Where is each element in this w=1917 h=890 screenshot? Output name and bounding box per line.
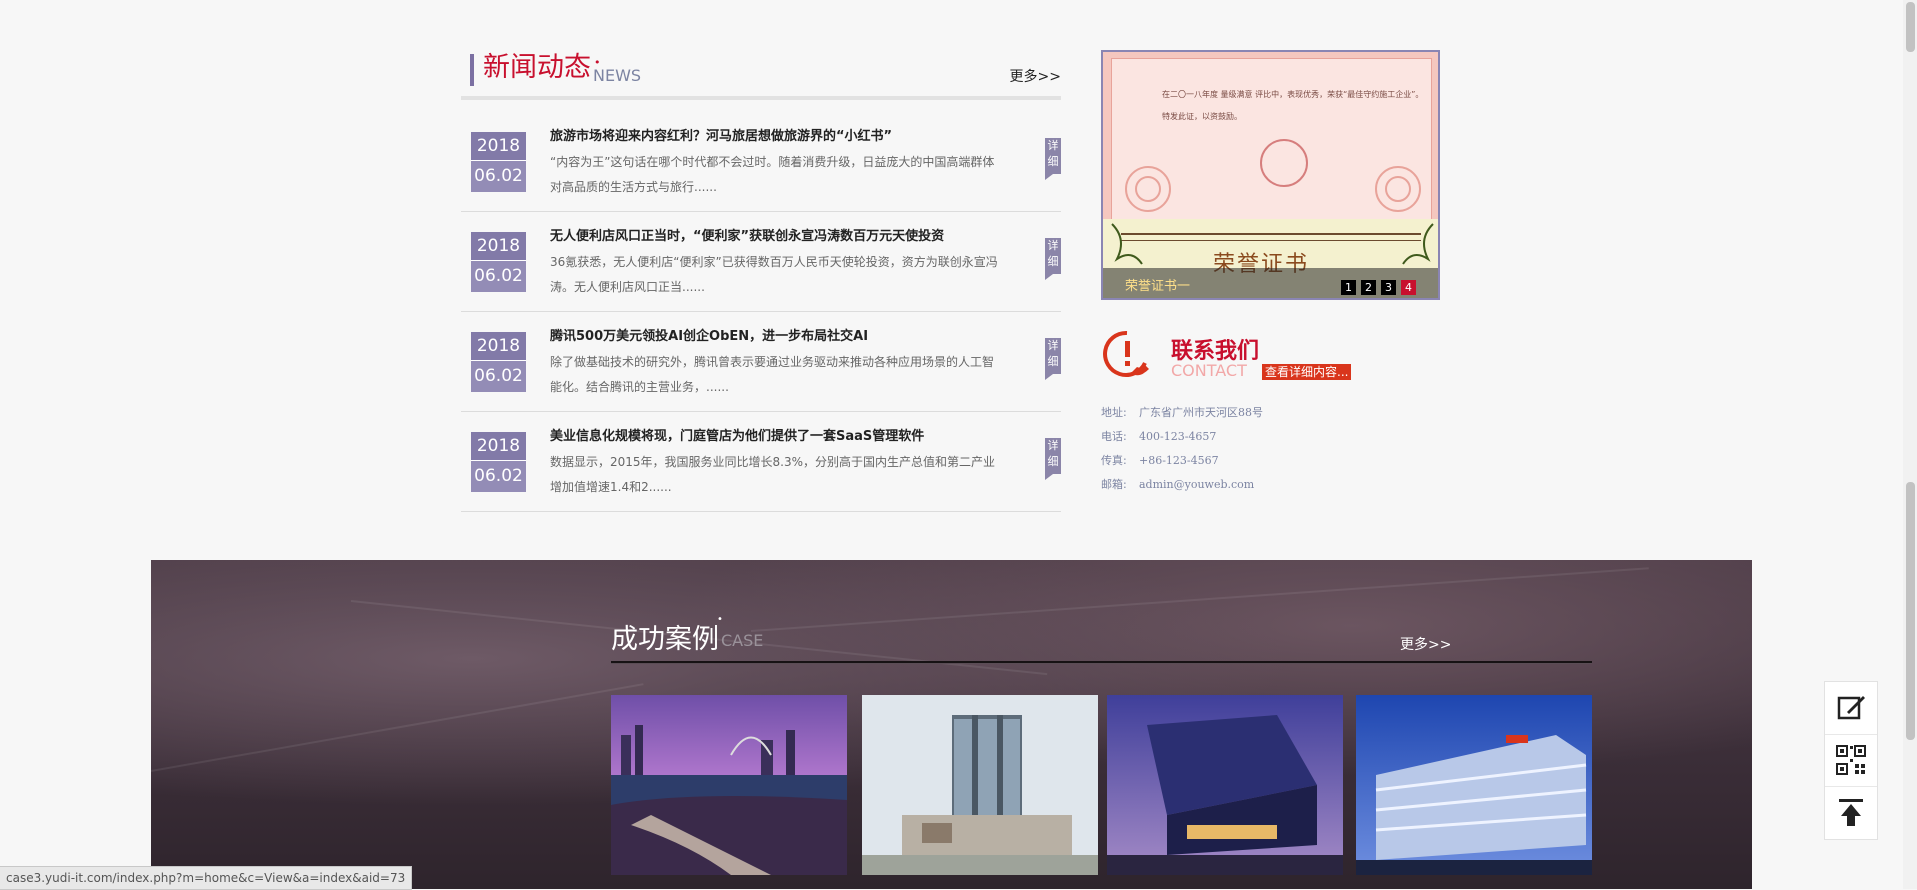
scrollbar-thumb-top[interactable] <box>1906 2 1915 52</box>
news-item-desc: 36氪获悉，无人便利店“便利家”已获得数百万人民币天使轮投资，资方为联创永宣冯涛… <box>550 255 998 294</box>
news-year: 2018 <box>471 132 526 161</box>
floating-toolbar <box>1824 681 1878 840</box>
news-item[interactable]: 2018 06.02 无人便利店风口正当时，“便利家”获联创永宣冯涛数百万元天使… <box>461 212 1061 312</box>
back-to-top-button[interactable] <box>1825 786 1877 838</box>
news-item-title[interactable]: 腾讯500万美元领投AI创企ObEN，进一步布局社交AI <box>550 325 868 344</box>
news-item[interactable]: 2018 06.02 旅游市场将迎来内容红利？河马旅居想做旅游界的“小红书” “… <box>461 112 1061 212</box>
news-item-desc: “内容为王”这句话在哪个时代都不会过时。随着消费升级，日益庞大的中国高端群体对高… <box>550 155 995 194</box>
phone-alert-icon <box>1103 330 1149 377</box>
contact-address: 地址: 广东省广州市天河区88号 <box>1101 404 1263 420</box>
page-scrollbar[interactable] <box>1903 0 1917 889</box>
news-detail-label: 详细 <box>1047 239 1059 268</box>
news-item-title[interactable]: 无人便利店风口正当时，“便利家”获联创永宣冯涛数百万元天使投资 <box>550 225 944 244</box>
news-title: 新闻动态 • <box>483 50 601 86</box>
news-item-title[interactable]: 美业信息化规模将现，门庭管店为他们提供了一套SaaS管理软件 <box>550 425 924 444</box>
certificate-rule <box>1121 233 1421 241</box>
slider-dot-active[interactable]: 4 <box>1401 280 1416 295</box>
slider-dot[interactable]: 3 <box>1381 280 1396 295</box>
cases-subtitle: CASE <box>721 631 764 650</box>
news-date-box: 2018 06.02 <box>471 232 526 292</box>
contact-value: 400-123-4657 <box>1139 430 1217 443</box>
news-item[interactable]: 2018 06.02 腾讯500万美元领投AI创企ObEN，进一步布局社交AI … <box>461 312 1061 412</box>
news-item[interactable]: 2018 06.02 美业信息化规模将现，门庭管店为他们提供了一套SaaS管理软… <box>461 412 1061 512</box>
news-subtitle: NEWS <box>593 66 642 85</box>
qrcode-icon <box>1836 745 1866 775</box>
contact-label: 电话: <box>1101 430 1127 443</box>
cases-more-link[interactable]: 更多>> <box>1400 634 1451 654</box>
news-detail-label: 详细 <box>1047 439 1059 468</box>
slider-dot[interactable]: 1 <box>1341 280 1356 295</box>
certificate-flourish-left <box>1125 166 1171 212</box>
contact-label: 地址: <box>1101 406 1127 419</box>
news-detail-button[interactable]: 详细 <box>1045 238 1061 280</box>
certificate-pagination: 1234 <box>1341 276 1421 295</box>
news-item-title[interactable]: 旅游市场将迎来内容红利？河马旅居想做旅游界的“小红书” <box>550 125 892 144</box>
contact-detail-link[interactable]: 查看详细内容... <box>1262 364 1352 380</box>
news-detail-label: 详细 <box>1047 139 1059 168</box>
news-day: 06.02 <box>474 466 523 486</box>
case-photo-riverside-city[interactable] <box>611 695 847 875</box>
news-date-box: 2018 06.02 <box>471 432 526 492</box>
news-day: 06.02 <box>474 366 523 386</box>
stage-truss <box>151 683 644 772</box>
contact-subtitle: CONTACT <box>1171 361 1247 380</box>
cases-title-star: • <box>717 614 723 625</box>
slider-dot[interactable]: 2 <box>1361 280 1376 295</box>
certificate-corner-ornament <box>1402 223 1434 265</box>
contact-value: +86-123-4567 <box>1139 454 1219 467</box>
news-item-desc: 除了做基础技术的研究外，腾讯曾表示要通过业务驱动来推动各种应用场景的人工智能化。… <box>550 355 995 394</box>
certificate-corner-ornament <box>1111 223 1143 265</box>
back-to-top-icon <box>1839 799 1863 826</box>
news-year: 2018 <box>471 232 526 261</box>
contact-label: 邮箱: <box>1101 478 1127 491</box>
news-header: 新闻动态 • NEWS 更多>> <box>461 50 1061 100</box>
news-day: 06.02 <box>474 266 523 286</box>
edit-tool-button[interactable] <box>1825 682 1877 735</box>
stage-truss <box>750 567 1649 632</box>
certificate-slider[interactable]: 在二〇一八年度 量级满意 评比中，表现优秀，荣获“最佳守约施工企业”。 特发此证… <box>1101 50 1440 300</box>
certificate-caption: 荣誉证书一 <box>1125 279 1191 294</box>
edit-icon <box>1837 696 1865 720</box>
news-detail-label: 详细 <box>1047 339 1059 368</box>
news-title-text: 新闻动态 <box>483 52 591 83</box>
contact-section: 联系我们 CONTACT 查看详细内容... 地址: 广东省广州市天河区88号 电… <box>1101 329 1441 499</box>
cases-section: 成功案例 • CASE 更多>> <box>151 560 1752 889</box>
news-year: 2018 <box>471 332 526 361</box>
case-photo-office-tower[interactable] <box>862 695 1098 875</box>
scrollbar-thumb[interactable] <box>1906 482 1915 740</box>
news-more-link[interactable]: 更多>> <box>1010 66 1061 86</box>
browser-status-url: case3.yudi-it.com/index.php?m=home&c=Vie… <box>0 866 413 890</box>
case-photo-glass-building[interactable] <box>1107 695 1343 875</box>
news-detail-button[interactable]: 详细 <box>1045 338 1061 380</box>
contact-fax: 传真: +86-123-4567 <box>1101 452 1219 468</box>
case-photo-blue-office[interactable] <box>1356 695 1592 875</box>
cases-title-text: 成功案例 <box>611 624 719 655</box>
news-date-box: 2018 06.02 <box>471 132 526 192</box>
certificate-line: 特发此证，以资鼓励。 <box>1162 112 1242 121</box>
news-detail-button[interactable]: 详细 <box>1045 138 1061 180</box>
news-day: 06.02 <box>474 166 523 186</box>
news-item-desc: 数据显示，2015年，我国服务业同比增长8.3%，分别高于国内生产总值和第二产业… <box>550 455 996 494</box>
cases-title: 成功案例 • <box>611 614 723 656</box>
news-year: 2018 <box>471 432 526 461</box>
qrcode-tool-button[interactable] <box>1825 734 1877 787</box>
news-section: 新闻动态 • NEWS 更多>> 2018 06.02 旅游市场将迎来内容红利？… <box>461 50 1061 512</box>
news-title-bar <box>470 54 474 86</box>
cases-divider <box>611 661 1592 664</box>
certificate-line: 在二〇一八年度 量级满意 评比中，表现优秀，荣获“最佳守约施工企业”。 <box>1162 90 1424 99</box>
news-date-box: 2018 06.02 <box>471 332 526 392</box>
contact-value: 广东省广州市天河区88号 <box>1139 406 1263 419</box>
certificate-flourish-right <box>1375 166 1421 212</box>
contact-phone: 电话: 400-123-4657 <box>1101 428 1216 444</box>
certificate-paper: 在二〇一八年度 量级满意 评比中，表现优秀，荣获“最佳守约施工企业”。 特发此证… <box>1111 58 1432 220</box>
news-detail-button[interactable]: 详细 <box>1045 438 1061 480</box>
contact-label: 传真: <box>1101 454 1127 467</box>
contact-email: 邮箱: admin@youweb.com <box>1101 476 1254 492</box>
contact-value: admin@youweb.com <box>1139 478 1255 491</box>
certificate-seal <box>1260 139 1308 187</box>
